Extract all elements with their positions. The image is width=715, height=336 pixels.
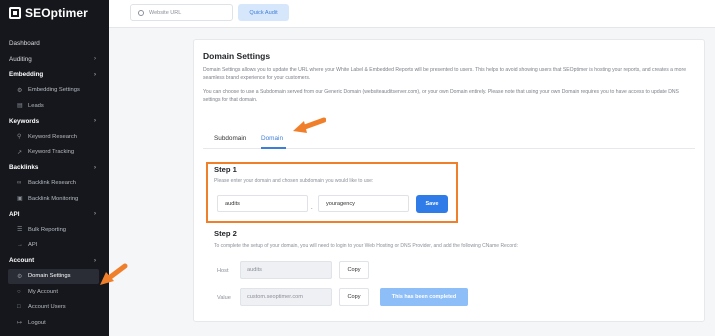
sidebar-item-label: Dashboard [9,40,40,48]
sidebar-item-backlink-research[interactable]: ∞ Backlink Research [0,176,109,192]
sidebar-item-bulk-reporting[interactable]: ☰ Bulk Reporting [0,222,109,238]
sidebar-nav: Dashboard Auditing › Embedding › ⚙ Embedding S… [0,36,109,331]
page-title: Domain Settings [203,51,271,61]
sidebar-item-api[interactable]: API › [0,207,109,223]
description-1: Domain Settings allows you to update the… [203,67,687,81]
arrow-annotation-sidebar [100,263,128,285]
sidebar-item-label: Leads [28,102,44,109]
sidebar-item-label: Backlink Research [28,180,77,187]
sidebar-item-keywords[interactable]: Keywords › [0,114,109,130]
sidebar-item-logout[interactable]: ↦ Logout [0,315,109,331]
sidebar-item-domain-settings[interactable]: ⚙ Domain Settings [8,268,99,284]
sidebar-item-label: API [28,242,38,249]
top-bar: Website URL Quick Audit [109,0,715,28]
domain-icon: ⚙ [17,273,23,280]
sidebar-item-my-account[interactable]: ○ My Account [0,284,109,300]
sidebar-item-label: Embedding Settings [28,87,80,94]
chart-icon: ↗ [17,149,23,156]
step1-description: Please enter your domain and chosen subd… [214,178,374,184]
chevron-right-icon: › [94,118,96,125]
domain-input[interactable]: youragency [318,195,409,212]
chevron-right-icon: › [94,257,96,264]
sidebar-item-embedding-settings[interactable]: ⚙ Embedding Settings [0,83,109,99]
logo[interactable]: SEOptimer [9,6,88,20]
copy-host-button[interactable]: Copy [339,261,369,279]
search-icon [138,9,144,16]
sidebar-item-label: Logout [28,319,46,326]
report-icon: ☰ [17,227,23,234]
brand-name: SEOptimer [25,6,88,20]
sidebar-item-auditing[interactable]: Auditing › [0,52,109,68]
users-icon: □ [17,304,21,311]
sidebar-item-leads[interactable]: ▤ Leads [0,98,109,114]
sidebar-item-backlinks[interactable]: Backlinks › [0,160,109,176]
website-url-input[interactable]: Website URL [130,4,233,21]
sidebar-item-account-users[interactable]: □ Account Users [0,300,109,316]
copy-value-button[interactable]: Copy [339,288,369,306]
tab-domain[interactable]: Domain [261,135,283,142]
user-icon: ○ [17,288,21,295]
sidebar-item-label: My Account [28,288,58,295]
step1-highlight-box [206,162,458,223]
logo-icon [9,7,21,19]
sidebar-item-keyword-tracking[interactable]: ↗ Keyword Tracking [0,145,109,161]
domain-settings-card: Domain Settings Domain Settings allows y… [193,39,705,322]
sidebar-item-label: Backlinks [9,164,39,172]
leads-icon: ▤ [17,103,23,110]
sidebar-item-label: Backlink Monitoring [28,195,79,202]
arrow-annotation-tab [293,117,326,133]
save-button[interactable]: Save [416,195,448,213]
sidebar-item-label: Keyword Research [28,133,77,140]
sidebar-item-label: Keyword Tracking [28,149,75,156]
step2-title: Step 2 [214,229,237,238]
search-icon: ⚲ [17,134,22,141]
tab-bar: Subdomain Domain [203,131,695,149]
sidebar-item-label: API [9,210,20,218]
sidebar-item-label: Embedding [9,71,44,79]
sidebar-item-backlink-monitoring[interactable]: ▣ Backlink Monitoring [0,191,109,207]
sidebar-item-embedding[interactable]: Embedding › [0,67,109,83]
sidebar-item-label: Account [9,257,35,265]
sidebar-item-keyword-research[interactable]: ⚲ Keyword Research [0,129,109,145]
step2-description: To complete the setup of your domain, yo… [214,243,518,249]
chevron-right-icon: › [94,56,96,63]
sidebar: SEOptimer Dashboard Auditing › Embedding › ⚙ E… [0,0,109,336]
value-label: Value [217,295,231,301]
link-icon: ∞ [17,180,22,187]
sidebar-item-dashboard[interactable]: Dashboard [0,36,109,52]
domain-separator: . [311,205,313,211]
sidebar-item-api[interactable]: → API [0,238,109,254]
completed-button[interactable]: This has been completed [380,288,468,306]
tab-subdomain[interactable]: Subdomain [214,135,246,142]
quick-audit-button[interactable]: Quick Audit [238,4,289,21]
chevron-right-icon: › [94,164,96,171]
step1-title: Step 1 [214,165,237,174]
host-label: Host [217,268,229,274]
sidebar-item-label: Auditing [9,55,32,63]
sidebar-item-label: Account Users [28,304,66,311]
host-field: audits [240,261,332,279]
gear-icon: ⚙ [17,87,23,94]
active-tab-indicator [261,147,286,149]
api-icon: → [17,242,23,249]
sidebar-item-label: Domain Settings [28,273,71,280]
description-2: You can choose to use a Subdomain served… [203,89,679,103]
subdomain-input[interactable]: audits [217,195,308,212]
monitor-icon: ▣ [17,196,23,203]
logout-icon: ↦ [17,320,23,327]
website-url-placeholder: Website URL [149,9,182,16]
chevron-right-icon: › [94,71,96,78]
sidebar-item-label: Bulk Reporting [28,226,67,233]
sidebar-item-account[interactable]: Account › [0,253,109,269]
sidebar-item-label: Keywords [9,117,40,125]
chevron-right-icon: › [94,211,96,218]
value-field: custom.seoptimer.com [240,288,332,306]
